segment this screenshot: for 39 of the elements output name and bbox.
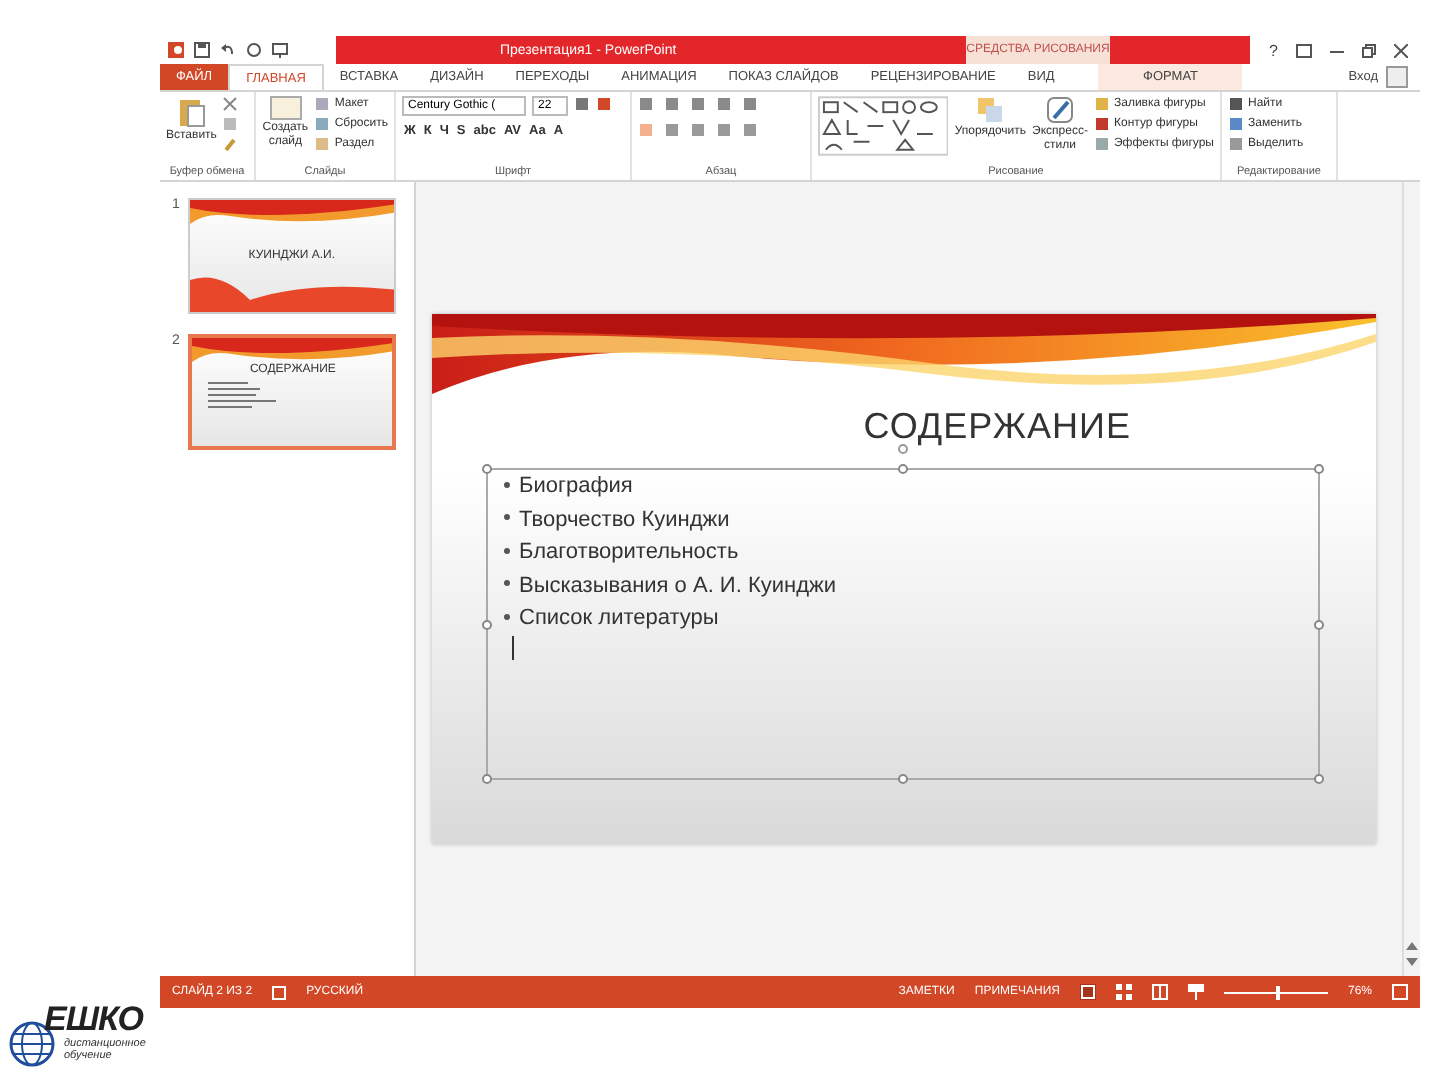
save-icon[interactable] — [194, 42, 210, 58]
powerpoint-icon[interactable] — [168, 42, 184, 58]
bullet-item: Биография — [503, 470, 1317, 503]
clipboard-icon — [177, 96, 206, 128]
avatar-icon[interactable] — [1386, 66, 1408, 88]
resize-handle[interactable] — [1313, 620, 1323, 630]
normal-view-icon[interactable] — [1079, 984, 1096, 1000]
resize-handle[interactable] — [1313, 464, 1323, 474]
restore-icon[interactable] — [1362, 43, 1376, 57]
start-slideshow-icon[interactable] — [272, 42, 288, 58]
help-button[interactable]: ? — [1269, 41, 1278, 59]
rotate-handle[interactable] — [897, 444, 907, 454]
shapes-gallery-icon[interactable] — [818, 96, 949, 156]
ribbon-display-icon[interactable] — [1296, 43, 1312, 57]
bullet-item: Высказывания о А. И. Куинджи — [503, 569, 1317, 602]
sorter-view-icon[interactable] — [1115, 984, 1132, 1000]
resize-handle[interactable] — [481, 620, 491, 630]
arrange-icon — [976, 96, 1005, 124]
scroll-up-icon[interactable] — [1406, 940, 1418, 952]
resize-handle[interactable] — [481, 774, 491, 784]
undo-icon[interactable] — [220, 42, 236, 58]
resize-handle[interactable] — [481, 464, 491, 474]
cut-icon[interactable] — [222, 96, 239, 112]
reading-view-icon[interactable] — [1151, 984, 1168, 1000]
slideshow-icon[interactable] — [1187, 984, 1204, 1000]
fit-slide-icon[interactable] — [1392, 984, 1408, 1000]
scroll-down-icon[interactable] — [1406, 956, 1418, 968]
resize-handle[interactable] — [897, 774, 907, 784]
logo-name: ЕШКО — [44, 1000, 143, 1038]
slide-title: СОДЕРЖАНИЕ — [863, 406, 1131, 448]
resize-handle[interactable] — [1313, 774, 1323, 784]
slide-icon — [269, 96, 302, 120]
bullet-item: Список литературы — [503, 602, 1317, 635]
resize-handle[interactable] — [897, 464, 907, 474]
bullet-item: Благотворительность — [503, 536, 1317, 569]
brush-icon — [1046, 96, 1075, 124]
format-painter-icon[interactable] — [222, 136, 239, 152]
bullet-item: Творчество Куинджи — [503, 503, 1317, 536]
close-icon[interactable] — [1394, 43, 1408, 57]
